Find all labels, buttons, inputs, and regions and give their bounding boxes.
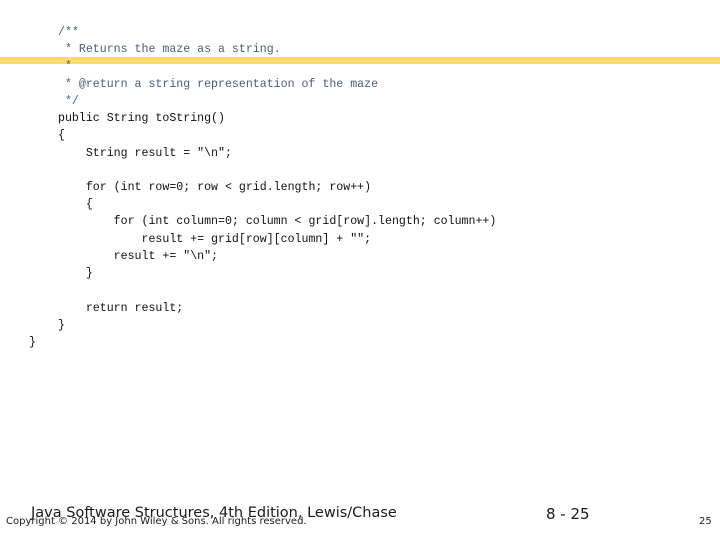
code-line: }	[58, 267, 93, 280]
code-line: for (int row=0; row < grid.length; row++…	[58, 181, 372, 194]
code-line: result += "\n";	[58, 250, 219, 263]
code-line: {	[58, 198, 93, 211]
code-line: String result = "\n";	[58, 147, 232, 160]
code-line: return result;	[58, 302, 184, 315]
code-line: /**	[58, 26, 79, 39]
code-line: public String toString()	[58, 112, 225, 125]
highlight-band	[0, 57, 720, 64]
code-line: for (int column=0; column < grid[row].le…	[58, 215, 497, 228]
code-line: }	[58, 319, 65, 332]
code-line: * @return a string representation of the…	[58, 78, 379, 91]
footer-copyright: Copyright © 2014 by John Wiley & Sons. A…	[6, 516, 307, 527]
footer-page-number: 25	[699, 516, 712, 527]
code-line: }	[29, 336, 36, 349]
code-line: result += grid[row][column] + "";	[58, 233, 372, 246]
footer-slide-number: 8 - 25	[546, 505, 590, 523]
code-line: *	[58, 60, 72, 73]
code-line: * Returns the maze as a string.	[58, 43, 281, 56]
code-line: */	[58, 95, 79, 108]
code-line: {	[58, 129, 65, 142]
